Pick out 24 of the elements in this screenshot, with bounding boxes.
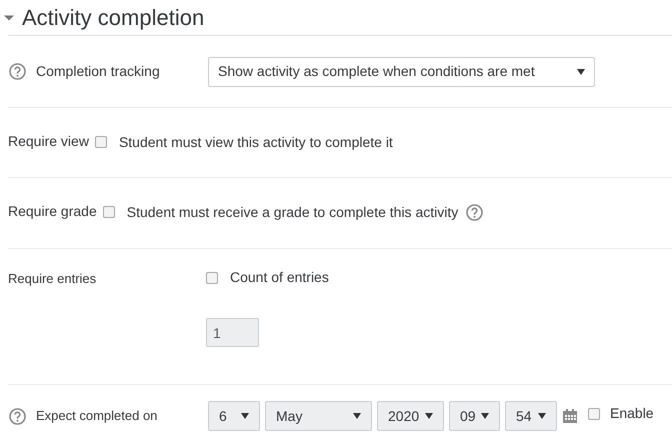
checkbox-label: Student must view this activity to complete it: [118, 133, 393, 152]
caret-icon: [425, 413, 433, 419]
caret-icon: [481, 413, 489, 419]
checkbox-label: Count of entries: [230, 268, 329, 287]
field-label: Require view: [8, 132, 89, 151]
calendar-icon[interactable]: [562, 408, 578, 424]
caret-icon: [353, 413, 361, 419]
checkbox-label: Enable: [610, 404, 654, 423]
section-title: Activity completion: [22, 6, 204, 28]
checkbox-label: Student must receive a grade to complete this activity: [126, 203, 458, 222]
completion-tracking-select[interactable]: Show activity as complete when conditions are met: [208, 56, 595, 86]
checkbox[interactable]: [102, 206, 115, 218]
caret-icon: [577, 68, 585, 74]
field-label: Completion tracking: [36, 62, 160, 81]
field-label: Require grade: [8, 202, 97, 221]
field-label: Expect completed on: [36, 407, 158, 426]
caret-icon: [241, 413, 249, 419]
caret-icon: [538, 413, 546, 419]
collapse-toggle-icon[interactable]: [4, 12, 14, 22]
help-icon[interactable]: [466, 204, 484, 221]
help-icon[interactable]: [9, 408, 26, 424]
field-label: Require entries: [8, 270, 98, 288]
checkbox[interactable]: [94, 136, 107, 148]
help-icon[interactable]: [9, 63, 26, 80]
